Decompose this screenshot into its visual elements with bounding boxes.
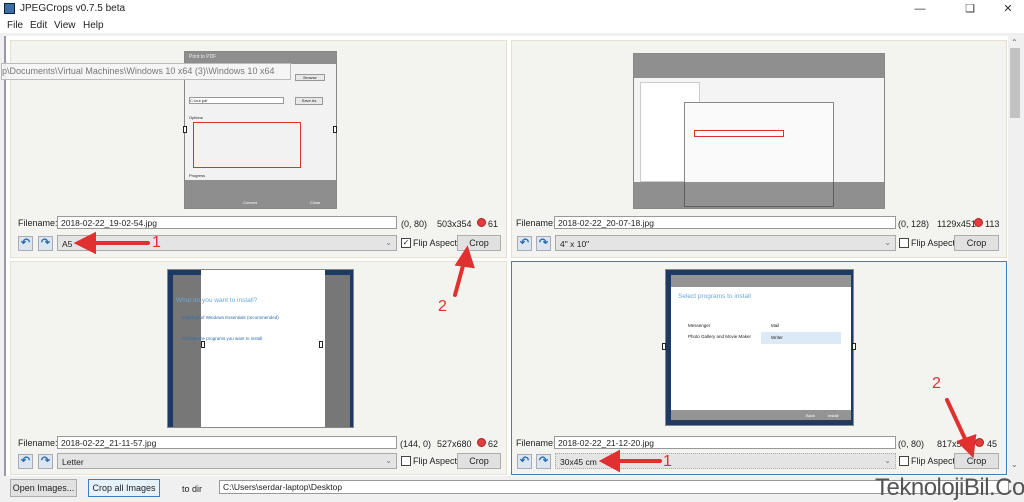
annotation-arrowhead	[73, 231, 96, 255]
annotation-arrow	[453, 260, 466, 297]
to-dir-label: to dir	[182, 484, 203, 494]
annotation-arrowhead	[956, 434, 977, 459]
watermark: TeknolojiBil.Com	[875, 474, 1024, 501]
open-images-button[interactable]: Open Images...	[10, 479, 77, 497]
annotation-arrowhead	[454, 245, 475, 269]
annotation-label: 2	[932, 375, 941, 392]
annotation-label: 1	[663, 453, 672, 470]
annotation-arrow	[945, 398, 969, 445]
annotation-label: 2	[438, 298, 447, 315]
annotation-label: 1	[152, 234, 161, 251]
crop-all-images-button[interactable]: Crop all Images	[88, 479, 160, 497]
annotation-arrowhead	[598, 449, 620, 473]
